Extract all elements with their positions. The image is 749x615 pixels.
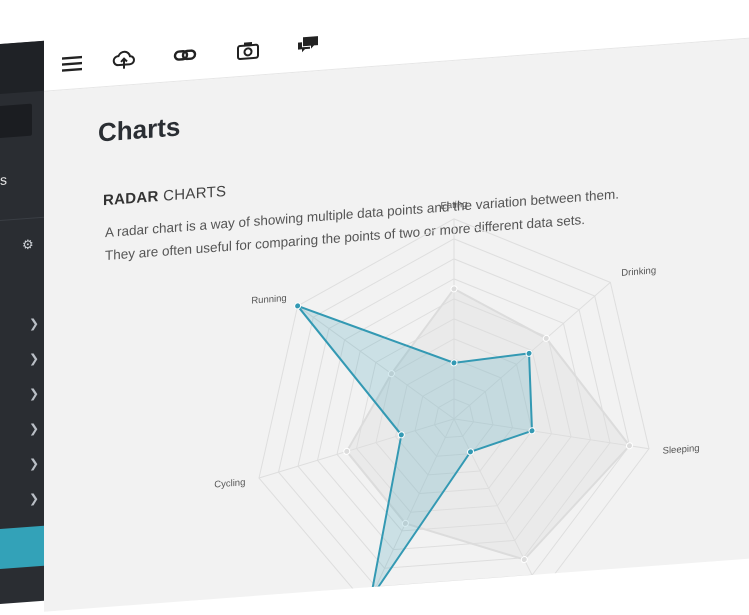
link-icon[interactable] <box>173 43 197 67</box>
radar-data-point <box>294 302 302 310</box>
chevron-right-icon[interactable]: ❯ <box>29 491 41 506</box>
chevron-right-icon[interactable]: ❯ <box>29 386 41 401</box>
radar-data-point <box>528 427 536 435</box>
radar-data-point <box>450 285 458 293</box>
radar-axis-label: Cycling <box>214 477 245 490</box>
camera-icon[interactable] <box>236 38 260 62</box>
main-content: Charts RADAR CHARTS A radar chart is a w… <box>44 37 749 612</box>
chevron-right-icon[interactable]: ❯ <box>29 351 41 366</box>
sidebar-user-label: s <box>0 171 7 188</box>
sidebar-item-active[interactable]: ⌄ <box>0 522 44 569</box>
app-stage: s ⚙ ❯ ❯ ❯ ❯ ❯ ❯ ⌄ <box>0 0 749 612</box>
sidebar-header <box>0 40 44 94</box>
radar-data-point <box>397 431 405 439</box>
chat-icon[interactable] <box>296 34 320 58</box>
chevron-right-icon[interactable]: ❯ <box>29 316 41 331</box>
sidebar-search-field[interactable] <box>0 103 32 138</box>
radar-axis-label: Running <box>251 293 286 307</box>
radar-data-point <box>343 447 351 455</box>
gear-icon[interactable]: ⚙ <box>22 236 36 252</box>
cloud-upload-icon[interactable] <box>112 48 136 72</box>
radar-data-point <box>367 594 375 602</box>
radar-chart: EatingDrinkingSleepingDesigningCodingCyc… <box>214 199 700 611</box>
chevron-right-icon[interactable]: ❯ <box>29 456 41 471</box>
chevron-right-icon[interactable]: ❯ <box>29 421 41 436</box>
radar-data-point <box>450 359 458 367</box>
menu-icon[interactable] <box>60 52 84 76</box>
radar-data-point <box>542 334 550 342</box>
radar-data-point <box>625 442 633 450</box>
radar-data-point <box>525 349 533 357</box>
radar-data-point <box>466 448 474 456</box>
radar-data-point <box>520 556 528 564</box>
sidebar: s ⚙ ❯ ❯ ❯ ❯ ❯ ❯ ⌄ <box>0 40 44 604</box>
sidebar-divider <box>0 216 44 221</box>
radar-axis-label: Sleeping <box>663 443 700 457</box>
radar-axis-label: Designing <box>547 597 589 611</box>
radar-axis-label: Drinking <box>621 265 656 279</box>
radar-axis-label: Eating <box>441 199 468 212</box>
